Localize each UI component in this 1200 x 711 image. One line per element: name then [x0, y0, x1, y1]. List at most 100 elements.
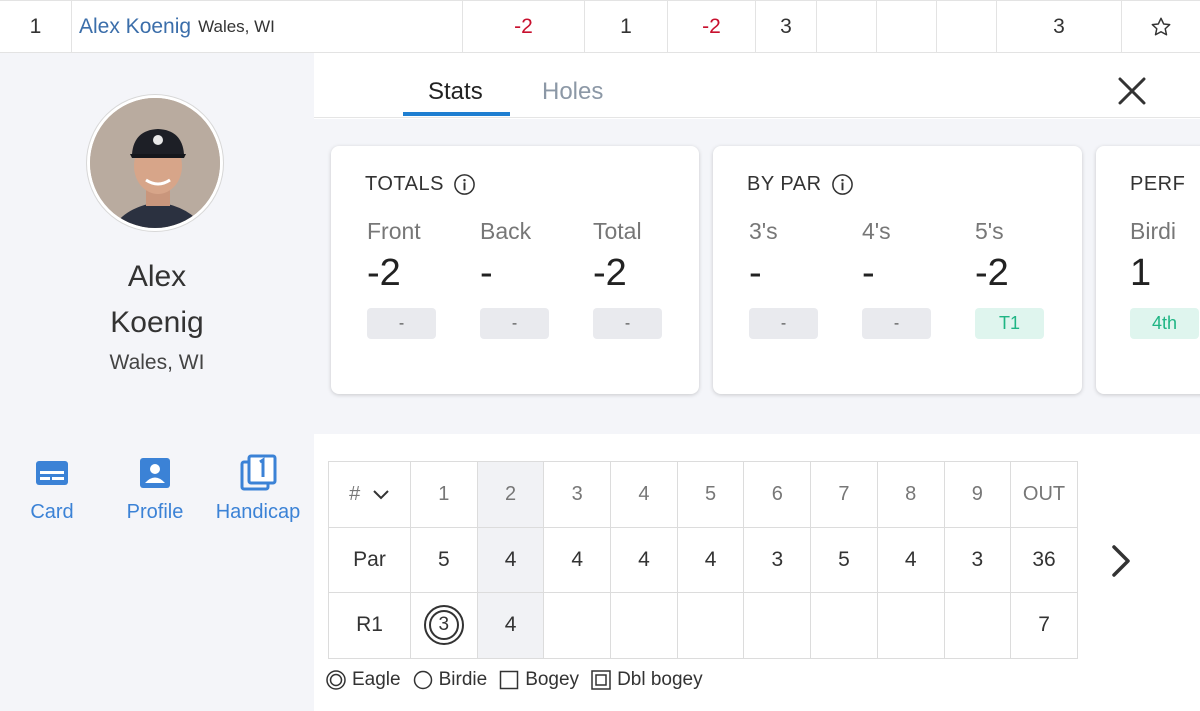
- hole-header[interactable]: 8: [876, 461, 945, 528]
- row-label: R1: [328, 592, 411, 659]
- stat-label: 5's: [975, 218, 1004, 244]
- legend-eagle: Eagle: [326, 669, 401, 691]
- stat-par-4s: 4's - -: [862, 218, 952, 339]
- stat-rank-badge: -: [862, 308, 931, 339]
- score-cell: [543, 592, 612, 659]
- to-par-cell: -2: [463, 1, 585, 52]
- stat-par-3s: 3's - -: [749, 218, 839, 339]
- card-button[interactable]: Card: [2, 453, 102, 524]
- handicap-button[interactable]: Handicap: [208, 453, 308, 524]
- stat-back: Back - -: [480, 218, 570, 339]
- scorecard-table: # 1 2 3 4 5 6 7 8 9 OUT Par 5 4 4 4 4 3 …: [328, 461, 1078, 659]
- handicap-button-label: Handicap: [215, 501, 301, 523]
- player-cell[interactable]: Alex Koenig Wales, WI: [72, 1, 463, 52]
- par-out-cell: 36: [1010, 526, 1078, 593]
- today-cell: -2: [668, 1, 756, 52]
- score-cell: 3: [410, 592, 478, 659]
- round-2-cell: [817, 1, 877, 52]
- tab-bar: Stats Holes: [314, 53, 1200, 118]
- hole-header[interactable]: 3: [543, 461, 612, 528]
- round-1-cell: 3: [756, 1, 817, 52]
- bogey-icon: [499, 670, 519, 690]
- round-4-cell: [937, 1, 997, 52]
- performance-title-text: PERF: [1130, 173, 1186, 195]
- score-cell: [810, 592, 878, 659]
- close-icon[interactable]: [1114, 73, 1150, 109]
- stat-label: Back: [480, 218, 532, 244]
- hole-header[interactable]: 6: [743, 461, 812, 528]
- stat-value: 1: [1130, 252, 1152, 294]
- score-cell: [876, 592, 945, 659]
- stat-rank-badge: -: [480, 308, 549, 339]
- handicap-icon: [240, 454, 277, 491]
- scorecard-header-row: # 1 2 3 4 5 6 7 8 9 OUT: [328, 461, 1078, 528]
- favorite-button[interactable]: [1122, 1, 1200, 52]
- score-cell: [676, 592, 745, 659]
- round-3-cell: [877, 1, 937, 52]
- par-cell: 4: [610, 526, 678, 593]
- score-cell: 4: [476, 592, 545, 659]
- stat-rank-badge: 4th: [1130, 308, 1199, 339]
- sort-label: #: [349, 482, 361, 505]
- eagle-icon: [326, 670, 346, 690]
- stat-label: 4's: [862, 218, 891, 244]
- row-label: Par: [328, 526, 411, 593]
- active-tab-indicator: [403, 112, 510, 116]
- performance-card: PERF Birdi 1 4th: [1096, 146, 1200, 394]
- avatar: [87, 95, 223, 231]
- par-cell: 4: [476, 526, 545, 593]
- stat-rank-badge: T1: [975, 308, 1044, 339]
- hole-header[interactable]: 7: [810, 461, 878, 528]
- stats-cards-area: TOTALS Front -2 - Back - - Total -2 - BY…: [314, 119, 1200, 434]
- par-cell: 3: [743, 526, 812, 593]
- hole-header[interactable]: 1: [410, 461, 478, 528]
- tab-stats[interactable]: Stats: [428, 78, 483, 106]
- chevron-down-icon: [373, 490, 389, 500]
- chevron-right-icon[interactable]: [1106, 543, 1136, 579]
- stat-value: -: [749, 252, 762, 294]
- player-first-name: Alex: [127, 260, 187, 293]
- stat-value: -2: [367, 252, 401, 294]
- player-location: Wales, WI: [198, 16, 275, 36]
- hole-header[interactable]: 9: [943, 461, 1012, 528]
- hole-header[interactable]: 5: [676, 461, 745, 528]
- hole-sort-dropdown[interactable]: #: [328, 461, 411, 528]
- tab-holes[interactable]: Holes: [542, 78, 603, 106]
- score-out-cell: 7: [1010, 592, 1078, 659]
- stat-birdies: Birdi 1 4th: [1130, 218, 1200, 339]
- profile-button[interactable]: Profile: [105, 453, 205, 524]
- total-cell: 3: [997, 1, 1122, 52]
- stat-value: -: [480, 252, 493, 294]
- stat-value: -2: [975, 252, 1009, 294]
- by-par-card-title: BY PAR: [747, 173, 854, 196]
- totals-card: TOTALS Front -2 - Back - - Total -2 -: [331, 146, 699, 394]
- par-cell: 5: [410, 526, 478, 593]
- score-cell: [610, 592, 678, 659]
- info-icon[interactable]: [831, 173, 854, 196]
- par-cell: 4: [676, 526, 745, 593]
- stat-label: 3's: [749, 218, 778, 244]
- score-value: 3: [428, 610, 459, 641]
- legend-dbl-bogey: Dbl bogey: [591, 669, 703, 691]
- score-cell: [943, 592, 1012, 659]
- leaderboard-row[interactable]: 1 Alex Koenig Wales, WI -2 1 -2 3 3: [0, 0, 1200, 53]
- player-panel: Alex Koenig Wales, WI Card Profile Handi…: [0, 53, 314, 711]
- hole-header[interactable]: 2: [476, 461, 545, 528]
- by-par-title-text: BY PAR: [747, 173, 822, 195]
- profile-button-label: Profile: [126, 501, 184, 523]
- hole-header[interactable]: 4: [610, 461, 678, 528]
- stat-value: -2: [593, 252, 627, 294]
- player-name-link[interactable]: Alex Koenig: [79, 15, 191, 39]
- stat-rank-badge: -: [593, 308, 662, 339]
- stat-value: -: [862, 252, 875, 294]
- par-cell: 5: [810, 526, 878, 593]
- by-par-card: BY PAR 3's - - 4's - - 5's -2 T1: [713, 146, 1082, 394]
- star-outline-icon: [1151, 17, 1171, 36]
- score-legend: Eagle Birdie Bogey Dbl bogey: [326, 669, 715, 691]
- info-icon[interactable]: [453, 173, 476, 196]
- par-row: Par 5 4 4 4 4 3 5 4 3 36: [328, 526, 1078, 593]
- player-location: Wales, WI: [109, 351, 205, 374]
- birdie-icon: [413, 670, 432, 690]
- performance-card-title: PERF: [1130, 173, 1185, 196]
- stat-rank-badge: -: [749, 308, 818, 339]
